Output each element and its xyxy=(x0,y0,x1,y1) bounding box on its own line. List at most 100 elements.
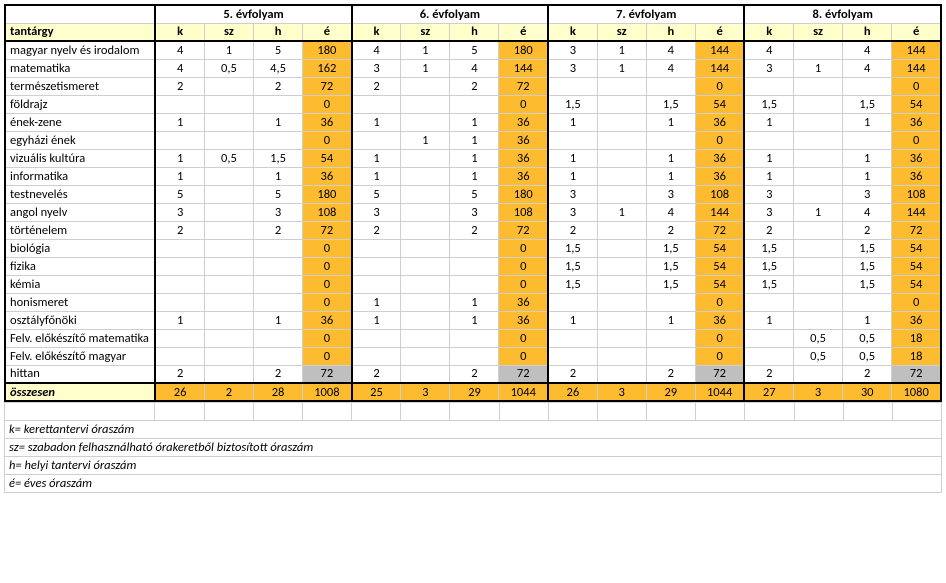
cell: 0 xyxy=(499,239,548,257)
cell: 2 xyxy=(450,365,499,383)
cell: 2 xyxy=(548,365,597,383)
subject-name: természetismeret xyxy=(5,77,155,95)
cell: 1 xyxy=(155,113,204,131)
subject-name: hittan xyxy=(5,365,155,383)
cell: 1 xyxy=(401,41,450,59)
cell xyxy=(646,293,695,311)
subject-name: matematika xyxy=(5,59,155,77)
cell: 0 xyxy=(695,131,744,149)
cell: 1 xyxy=(352,113,401,131)
col-header-k: k xyxy=(352,23,401,41)
cell: 0 xyxy=(695,293,744,311)
cell xyxy=(794,275,843,293)
cell: 4,5 xyxy=(254,59,303,77)
cell: 4 xyxy=(352,41,401,59)
cell xyxy=(401,257,450,275)
header-corner xyxy=(5,5,155,23)
cell xyxy=(597,275,646,293)
cell: 0,5 xyxy=(843,347,892,365)
cell: 1 xyxy=(254,311,303,329)
group-header: 8. évfolyam xyxy=(744,5,941,23)
cell xyxy=(597,329,646,347)
cell: 162 xyxy=(303,59,352,77)
cell: 1 xyxy=(155,167,204,185)
subject-name: osztályfőnöki xyxy=(5,311,155,329)
cell: 2 xyxy=(155,221,204,239)
total-label: összesen xyxy=(5,383,155,401)
cell xyxy=(548,77,597,95)
cell: 1 xyxy=(450,149,499,167)
cell xyxy=(794,293,843,311)
cell: 36 xyxy=(695,149,744,167)
cell: 2 xyxy=(450,221,499,239)
cell: 72 xyxy=(303,365,352,383)
legend-line: é= éves óraszám xyxy=(5,475,942,493)
cell xyxy=(794,77,843,95)
cell: 1 xyxy=(254,113,303,131)
cell xyxy=(450,95,499,113)
cell: 36 xyxy=(695,113,744,131)
subject-name: testnevelés xyxy=(5,185,155,203)
cell xyxy=(352,131,401,149)
cell: 3 xyxy=(646,185,695,203)
cell: 5 xyxy=(450,41,499,59)
cell xyxy=(204,113,253,131)
cell: 3 xyxy=(548,41,597,59)
cell xyxy=(204,365,253,383)
subject-name: informatika xyxy=(5,167,155,185)
cell xyxy=(597,293,646,311)
cell: 144 xyxy=(892,59,941,77)
cell: 1 xyxy=(744,167,793,185)
cell: 4 xyxy=(744,41,793,59)
cell: 0 xyxy=(499,347,548,365)
cell: 3 xyxy=(352,203,401,221)
cell xyxy=(597,77,646,95)
cell xyxy=(204,329,253,347)
cell xyxy=(401,365,450,383)
subject-name: magyar nyelv és irodalom xyxy=(5,41,155,59)
cell xyxy=(401,311,450,329)
cell: 1 xyxy=(843,311,892,329)
cell: 4 xyxy=(155,59,204,77)
cell: 1 xyxy=(843,167,892,185)
cell xyxy=(794,167,843,185)
cell xyxy=(401,149,450,167)
cell: 36 xyxy=(695,167,744,185)
cell xyxy=(204,275,253,293)
cell: 1 xyxy=(744,113,793,131)
cell: 1 xyxy=(352,293,401,311)
cell: 1,5 xyxy=(744,275,793,293)
cell xyxy=(155,131,204,149)
cell: 1,5 xyxy=(646,275,695,293)
col-header-sz: sz xyxy=(794,23,843,41)
cell: 36 xyxy=(303,167,352,185)
cell xyxy=(155,329,204,347)
cell: 3 xyxy=(548,59,597,77)
cell: 180 xyxy=(303,185,352,203)
cell: 0 xyxy=(892,293,941,311)
cell: 72 xyxy=(499,365,548,383)
cell: 144 xyxy=(695,203,744,221)
cell: 1 xyxy=(744,149,793,167)
cell: 4 xyxy=(646,59,695,77)
cell: 4 xyxy=(843,203,892,221)
cell: 36 xyxy=(499,149,548,167)
cell: 0 xyxy=(303,293,352,311)
cell xyxy=(204,347,253,365)
cell: 3 xyxy=(744,203,793,221)
cell: 1 xyxy=(352,149,401,167)
cell: 36 xyxy=(892,149,941,167)
cell xyxy=(794,95,843,113)
total-cell: 28 xyxy=(254,383,303,401)
cell: 72 xyxy=(892,221,941,239)
cell: 1 xyxy=(254,167,303,185)
cell: 144 xyxy=(892,41,941,59)
cell: 0,5 xyxy=(204,59,253,77)
cell xyxy=(401,347,450,365)
cell: 72 xyxy=(499,77,548,95)
cell: 1,5 xyxy=(548,95,597,113)
col-header-é: é xyxy=(303,23,352,41)
cell: 1 xyxy=(401,131,450,149)
cell: 1,5 xyxy=(646,239,695,257)
cell: 1 xyxy=(597,41,646,59)
